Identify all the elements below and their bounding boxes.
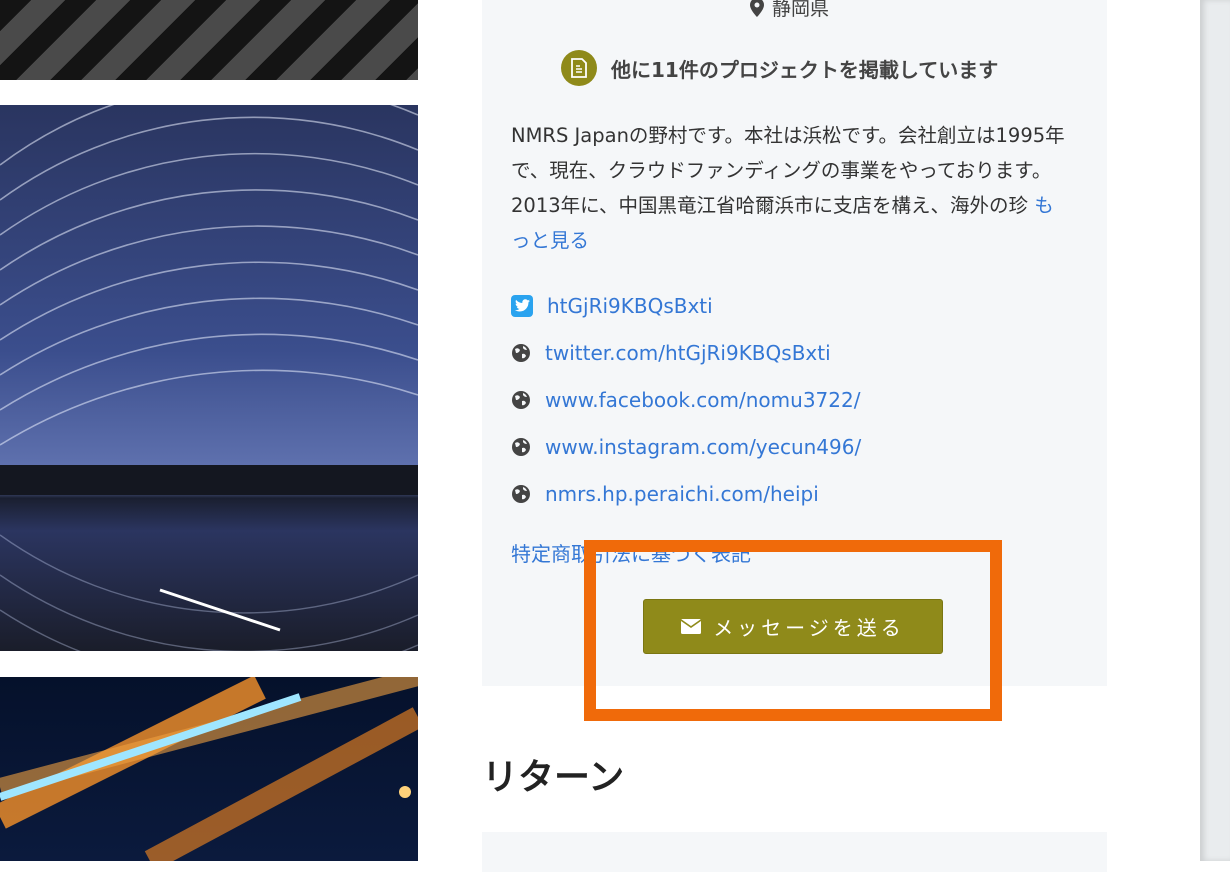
social-links: htGjRi9KBQsBxti twitter.com/htGjRi9KBQsB… xyxy=(511,282,861,517)
twitter-icon xyxy=(511,294,533,317)
website-link-facebook[interactable]: www.facebook.com/nomu3722/ xyxy=(545,388,860,412)
page-edge-shadow xyxy=(1200,0,1230,861)
document-icon xyxy=(561,50,597,86)
highlight-annotation-box xyxy=(584,540,1002,721)
other-projects-text: 他に11件のプロジェクトを掲載しています xyxy=(611,57,999,82)
link-row-twitter-handle: htGjRi9KBQsBxti xyxy=(511,282,861,329)
twitter-handle-link[interactable]: htGjRi9KBQsBxti xyxy=(547,294,713,318)
location: 静岡県 xyxy=(750,0,829,21)
globe-icon xyxy=(512,343,530,362)
globe-icon xyxy=(512,437,530,456)
link-row-website-3: www.instagram.com/yecun496/ xyxy=(511,423,861,470)
star-trails-artwork xyxy=(0,105,418,651)
link-row-website-2: www.facebook.com/nomu3722/ xyxy=(511,376,861,423)
gallery-image-light-streaks[interactable] xyxy=(0,677,418,861)
project-image-gallery xyxy=(0,0,418,861)
globe-icon xyxy=(512,484,530,503)
website-link-peraichi[interactable]: nmrs.hp.peraichi.com/heipi xyxy=(545,482,819,506)
website-link-instagram[interactable]: www.instagram.com/yecun496/ xyxy=(545,435,861,459)
profile-bio: NMRS Japanの野村です。本社は浜松です。会社創立は1995年で、現在、ク… xyxy=(511,118,1071,258)
light-streaks-artwork xyxy=(0,677,418,861)
gallery-image-star-trails[interactable] xyxy=(0,105,418,651)
map-pin-icon xyxy=(750,0,764,17)
other-projects-link[interactable]: 他に11件のプロジェクトを掲載しています xyxy=(561,50,998,86)
link-row-website-4: nmrs.hp.peraichi.com/heipi xyxy=(511,470,861,517)
returns-section-title: リターン xyxy=(482,757,625,798)
location-text: 静岡県 xyxy=(772,0,830,20)
gallery-image-1[interactable] xyxy=(0,0,418,80)
website-link-twitter[interactable]: twitter.com/htGjRi9KBQsBxti xyxy=(545,341,831,365)
return-card xyxy=(482,832,1107,872)
link-row-website-1: twitter.com/htGjRi9KBQsBxti xyxy=(511,329,861,376)
bio-text: NMRS Japanの野村です。本社は浜松です。会社創立は1995年で、現在、ク… xyxy=(511,124,1065,217)
globe-icon xyxy=(512,390,530,409)
